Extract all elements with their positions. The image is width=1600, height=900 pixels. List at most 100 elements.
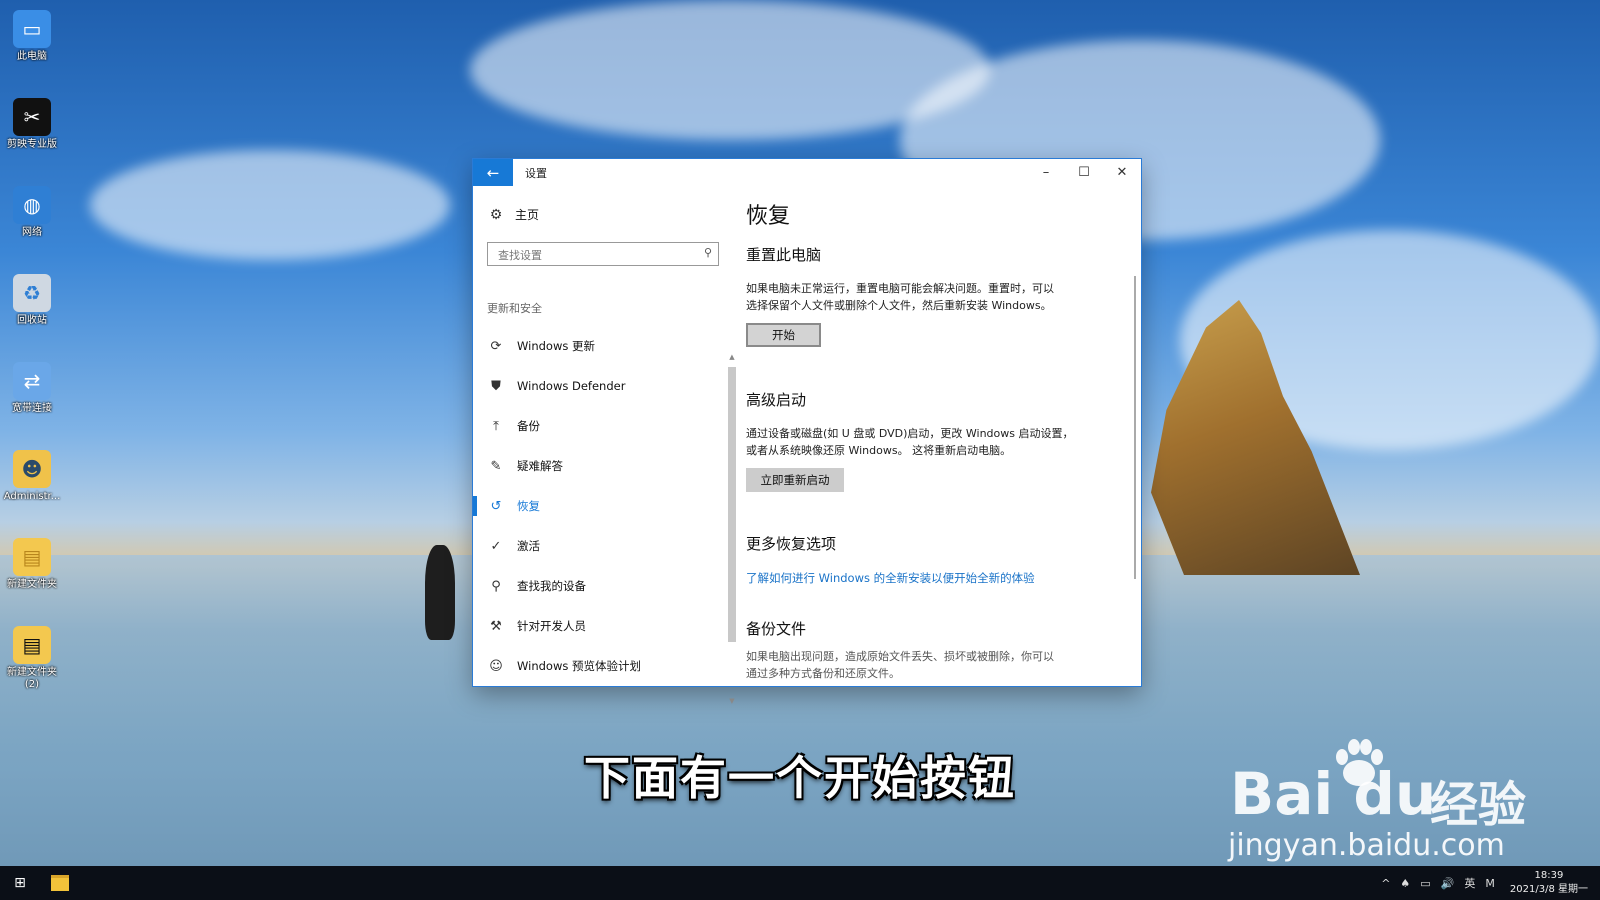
input-language-indicator[interactable]: 英 (1459, 875, 1480, 891)
backup-files-description: 如果电脑出现问题，造成原始文件丢失、损坏或被删除，你可以 通过多种方式备份和还原… (746, 648, 1101, 682)
desktop-icon-label: 新建文件夹 (7, 579, 57, 590)
page-title: 恢复 (746, 204, 791, 229)
start-button[interactable]: ⊞ (0, 866, 40, 900)
folder-icon (51, 875, 69, 891)
nav-item-label: Windows Defender (517, 379, 626, 393)
nav-item-windows-insider[interactable]: ☺ Windows 预览体验计划 (473, 646, 723, 686)
capcut-icon: ✂ (13, 98, 51, 136)
nav-item-label: 疑难解答 (517, 459, 563, 473)
more-options-heading: 更多恢复选项 (746, 535, 837, 553)
desktop-icon-label: 剪映专业版 (7, 139, 57, 150)
recovery-content: 恢复 重置此电脑 如果电脑未正常运行，重置电脑可能会解决问题。重置时，可以 选择… (746, 186, 1141, 686)
network-status-icon[interactable]: ▭ (1415, 877, 1435, 890)
desktop-icon-label: Administr... (3, 491, 61, 502)
recycle-bin-icon: ♻ (13, 274, 51, 312)
file-explorer-button[interactable] (40, 866, 80, 900)
search-box: ⚲ (487, 242, 719, 266)
nav-item-windows-defender[interactable]: ⛊ Windows Defender (473, 366, 723, 406)
restart-now-button[interactable]: 立即重新启动 (746, 468, 844, 492)
developer-tools-icon: ⚒ (490, 618, 502, 634)
user-folder-icon: ☻ (13, 450, 51, 488)
desktop-icon-label: 宽带连接 (12, 403, 52, 414)
sky-cloud (90, 150, 450, 260)
clock[interactable]: 18:39 2021/3/8 星期一 (1500, 869, 1600, 897)
title-bar: ← 设置 – ☐ ✕ (473, 159, 1141, 186)
desktop-icon-capcut[interactable]: ✂ 剪映专业版 (0, 98, 64, 182)
desktop-icon-label: 回收站 (17, 315, 47, 326)
home-link[interactable]: ⚙ 主页 (487, 206, 539, 223)
section-label: 更新和安全 (487, 302, 542, 315)
desktop-icon-label: 网络 (22, 227, 42, 238)
clock-time: 18:39 (1534, 870, 1564, 881)
advanced-startup-description: 通过设备或磁盘(如 U 盘或 DVD)启动，更改 Windows 启动设置， 或… (746, 425, 1101, 459)
backup-description-line: 通过多种方式备份和还原文件。 (746, 667, 900, 680)
fresh-install-link[interactable]: 了解如何进行 Windows 的全新安装以便开始全新的体验 (746, 570, 1035, 586)
desktop-icon-new-folder[interactable]: ▤ 新建文件夹 (0, 538, 64, 622)
computer-icon: ▭ (13, 10, 51, 48)
history-icon: ↺ (490, 498, 502, 514)
advanced-description-line: 或者从系统映像还原 Windows。 这将重新启动电脑。 (746, 444, 1012, 457)
desktop-icon-this-pc[interactable]: ▭ 此电脑 (0, 10, 64, 94)
nav-item-label: Windows 更新 (517, 339, 595, 353)
minimize-button[interactable]: – (1027, 159, 1065, 186)
insider-icon: ☺ (489, 658, 503, 674)
nav-item-label: 备份 (517, 419, 540, 433)
nav-item-activation[interactable]: ✓ 激活 (473, 526, 723, 566)
nav-item-recovery[interactable]: ↺ 恢复 (473, 486, 723, 526)
nav-scrollbar[interactable]: ▲ ▼ (727, 353, 737, 715)
back-button[interactable]: ← (473, 159, 513, 186)
desktop-icon-administrator[interactable]: ☻ Administr... (0, 450, 64, 534)
back-arrow-icon: ← (486, 163, 500, 182)
scroll-thumb[interactable] (728, 367, 736, 642)
watermark-brand: Bai du (1230, 760, 1437, 828)
content-scrollbar[interactable] (1134, 276, 1136, 579)
desktop-icon-network[interactable]: ◍ 网络 (0, 186, 64, 270)
volume-icon[interactable]: 🔊 (1436, 877, 1460, 890)
nav-item-windows-update[interactable]: ⟳ Windows 更新 (473, 326, 723, 366)
desktop-icon-new-folder-2[interactable]: ▤ 新建文件夹 (2) (0, 626, 64, 710)
runner-silhouette (425, 545, 455, 640)
home-label: 主页 (515, 208, 540, 222)
taskbar: ⊞ ^ ♠ ▭ 🔊 英 M 18:39 2021/3/8 星期一 (0, 866, 1600, 900)
reset-start-button[interactable]: 开始 (746, 323, 821, 347)
find-device-icon: ⚲ (491, 578, 501, 594)
desktop-icon-broadband[interactable]: ⇄ 宽带连接 (0, 362, 64, 446)
nav-item-label: 激活 (517, 539, 540, 553)
maximize-button[interactable]: ☐ (1065, 159, 1103, 186)
scroll-down-icon[interactable]: ▼ (727, 697, 737, 709)
search-icon[interactable]: ⚲ (704, 246, 712, 259)
nav-item-label: 针对开发人员 (517, 619, 586, 633)
watermark-jingyan: 经验 (1430, 777, 1527, 833)
watermark-url: jingyan.baidu.com (1228, 828, 1505, 863)
ime-mode-icon[interactable]: M (1480, 877, 1500, 890)
backup-files-heading: 备份文件 (746, 620, 807, 638)
desktop-icon-label: 此电脑 (17, 51, 47, 62)
wrench-icon: ✎ (490, 458, 502, 474)
nav-item-troubleshoot[interactable]: ✎ 疑难解答 (473, 446, 723, 486)
nav-item-backup[interactable]: ⤒ 备份 (473, 406, 723, 446)
tray-app-icon[interactable]: ♠ (1395, 877, 1415, 890)
backup-description-line: 如果电脑出现问题，造成原始文件丢失、损坏或被删除，你可以 (746, 650, 1054, 663)
windows-logo-icon: ⊞ (14, 875, 26, 891)
desktop-icons: ▭ 此电脑 ✂ 剪映专业版 ◍ 网络 ♻ 回收站 ⇄ 宽带连接 ☻ Admini… (0, 6, 64, 710)
folder-icon: ▤ (13, 538, 51, 576)
nav-item-find-my-device[interactable]: ⚲ 查找我的设备 (473, 566, 723, 606)
scroll-up-icon[interactable]: ▲ (727, 353, 737, 365)
nav-item-label: 查找我的设备 (517, 579, 586, 593)
show-hidden-icons[interactable]: ^ (1376, 877, 1395, 890)
clock-date: 2021/3/8 星期一 (1509, 884, 1588, 895)
close-button[interactable]: ✕ (1103, 159, 1141, 186)
search-input[interactable] (496, 244, 700, 266)
nav-list: ⟳ Windows 更新 ⛊ Windows Defender ⤒ 备份 ✎ 疑… (473, 326, 723, 686)
scroll-track (728, 365, 736, 697)
network-icon: ◍ (13, 186, 51, 224)
desktop-icon-recycle-bin[interactable]: ♻ 回收站 (0, 274, 64, 358)
settings-window: ← 设置 – ☐ ✕ ⚙ 主页 ⚲ 更新和安全 ⟳ Windows 更新 ⛊ W… (473, 159, 1141, 705)
desktop-icon-label: 新建文件夹 (2) (7, 667, 57, 690)
folder-icon: ▤ (13, 626, 51, 664)
nav-item-for-developers[interactable]: ⚒ 针对开发人员 (473, 606, 723, 646)
broadband-icon: ⇄ (13, 362, 51, 400)
system-tray: ^ ♠ ▭ 🔊 英 M 18:39 2021/3/8 星期一 (1376, 866, 1600, 900)
reset-heading: 重置此电脑 (746, 246, 822, 264)
reset-description-line: 如果电脑未正常运行，重置电脑可能会解决问题。重置时，可以 (746, 282, 1054, 295)
